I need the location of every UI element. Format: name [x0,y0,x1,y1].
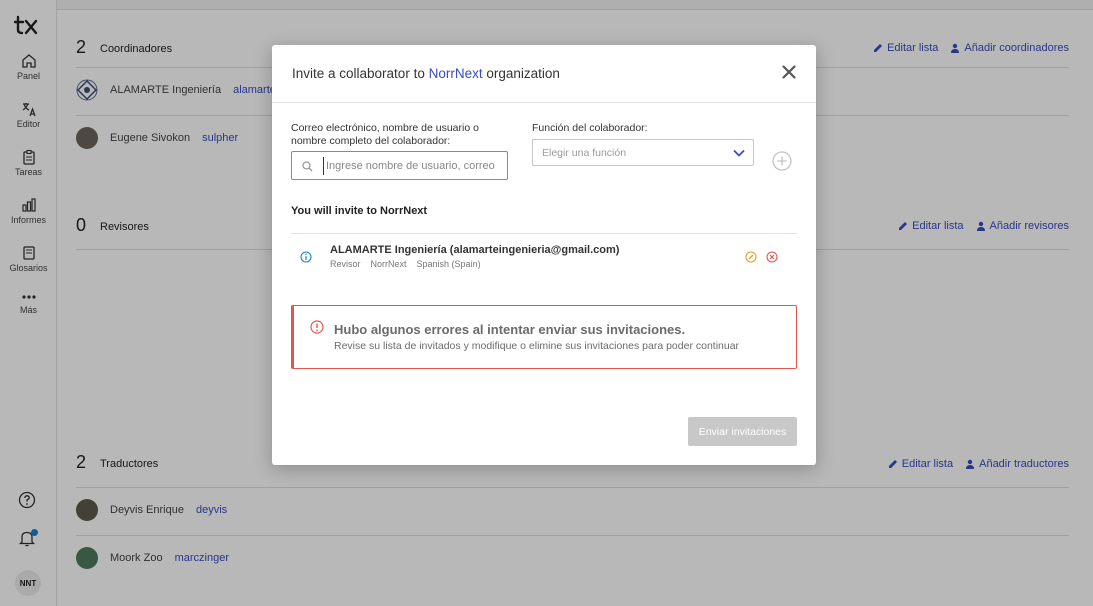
org-name: NorrNext [428,66,483,81]
error-message: Revise su lista de invitados y modifique… [334,340,740,352]
remove-invite-icon[interactable] [766,251,778,263]
invitee-role: Revisor [330,259,361,269]
modal-header: Invite a collaborator to NorrNext organi… [272,45,816,103]
invitee-name: ALAMARTE Ingeniería (alamarteingenieria@… [330,244,620,256]
role-select[interactable]: Elegir una función [532,139,754,166]
send-invitations-button[interactable]: Enviar invitaciones [688,417,797,446]
invitee-language: Spanish (Spain) [416,259,481,269]
user-search-input[interactable] [323,157,501,175]
search-icon [302,161,313,172]
error-title: Hubo algunos errores al intentar enviar … [334,322,686,337]
add-circle-icon[interactable] [772,151,792,171]
divider [291,233,797,234]
error-alert: Hubo algunos errores al intentar enviar … [291,305,797,369]
user-search-field [291,151,508,180]
invitee-org: NorrNext [370,259,407,269]
info-icon[interactable] [300,251,312,263]
user-field-label: Correo electrónico, nombre de usuario o … [291,122,479,147]
alert-icon [310,320,324,334]
close-icon[interactable] [780,63,798,81]
invitee-meta: Revisor NorrNext Spanish (Spain) [330,259,481,269]
modal-title: Invite a collaborator to NorrNext organi… [292,66,560,81]
role-select-value: Elegir una función [542,147,627,159]
chevron-down-icon [733,149,745,157]
invite-list-heading: You will invite to NorrNext [291,205,428,217]
edit-invite-icon[interactable] [745,251,757,263]
invite-modal: Invite a collaborator to NorrNext organi… [272,45,816,465]
role-field-label: Función del colaborador: [532,122,648,134]
